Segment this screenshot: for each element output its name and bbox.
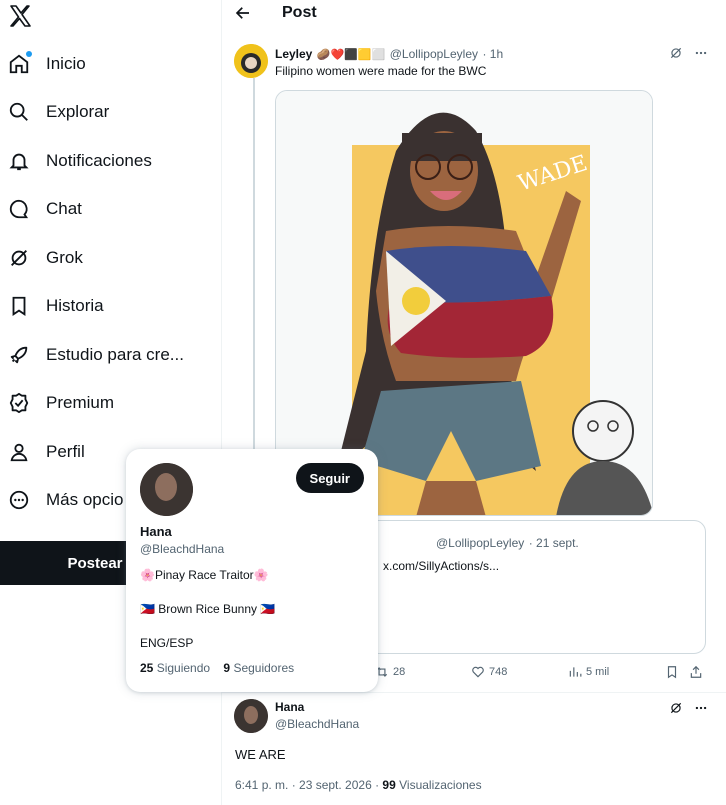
verified-icon [8,392,30,414]
hovercard-stats: 25 Siguiendo 9 Seguidores [140,661,294,675]
reply-views-count: 99 [382,778,396,792]
retweet-button[interactable]: 28 [375,665,405,679]
nav-label: Chat [46,199,82,218]
views-button[interactable]: 5 mil [568,665,609,679]
quote-link[interactable]: x.com/SillyActions/s... [383,559,499,573]
reply-author-handle[interactable]: @BleachdHana [275,717,359,731]
hovercard-name[interactable]: Hana [140,524,172,539]
more-icon[interactable] [694,46,708,60]
profile-hovercard: Seguir Hana @BleachdHana 🌸Pinay Race Tra… [126,449,378,692]
more-icon[interactable] [694,701,708,715]
header-bar: Post [222,0,726,28]
reply-meta: 6:41 p. m. · 23 sept. 2026 · 99 Visualiz… [235,778,482,792]
avatar[interactable] [234,44,268,78]
nav-item-explorar[interactable]: Explorar [8,97,196,127]
nav-item-premium[interactable]: Premium [8,388,196,418]
reply-text: WE ARE [235,747,286,762]
retweet-count: 28 [393,666,406,678]
author-handle[interactable]: @LollipopLeyley [390,47,478,61]
followers-link[interactable]: 9 Seguidores [223,661,294,675]
nav-item-historia[interactable]: Historia [8,291,196,321]
hovercard-bio-line-3: ENG/ESP [140,636,194,650]
grok-icon [8,247,30,269]
following-link[interactable]: 25 Siguiendo [140,661,210,675]
flower-icon: 🌸 [253,568,269,582]
views-count: 5 mil [586,666,610,678]
quote-handle[interactable]: @LollipopLeyley [436,536,524,550]
avatar[interactable] [234,699,268,733]
share-icon[interactable] [689,665,703,679]
views-icon [569,667,582,677]
like-button[interactable]: 748 [471,665,507,679]
notification-dot [26,51,32,57]
hovercard-bio-line-2: 🇵🇭 Brown Rice Bunny 🇵🇭 [140,602,276,616]
nav-label: Inicio [46,54,86,73]
ph-flag-icon: 🇵🇭 [140,602,155,616]
bookmark-icon[interactable] [665,665,679,679]
nav-item-inicio[interactable]: Inicio [8,49,196,79]
nav-label: Historia [46,296,104,315]
more-circle-icon [8,489,30,511]
hovercard-bio-line-1: 🌸Pinay Race Traitor🌸 [140,568,269,582]
rocket-icon [8,344,30,366]
hovercard-handle[interactable]: @BleachdHana [140,542,224,556]
bell-icon [8,150,30,172]
nav-label: Explorar [46,102,110,121]
reply-author-name[interactable]: Hana [275,700,304,714]
chat-icon [8,198,30,220]
nav-item-chat[interactable]: Chat [8,194,196,224]
reply-timestamp[interactable]: 6:41 p. m. · 23 sept. 2026 · [235,778,382,792]
like-count: 748 [489,666,508,678]
nav-item-grok[interactable]: Grok [8,243,196,273]
person-icon [8,441,30,463]
follow-button[interactable]: Seguir [295,463,364,493]
tweet-header: Leyley 🥔❤️⬛🟨⬜ @LollipopLeyley · 1h [275,45,503,63]
ph-flag-icon: 🇵🇭 [260,602,276,616]
reply-views-label: Visualizaciones [395,778,482,792]
nav-label: Estudio para cre... [46,345,184,364]
page-title: Post [282,4,317,21]
home-icon [8,51,32,75]
nav-label: Grok [46,248,83,267]
divider [222,692,726,693]
quote-header: @LollipopLeyley · 21 sept. [436,534,579,552]
author-name[interactable]: Leyley [275,47,312,61]
hovercard-avatar[interactable] [140,463,193,516]
back-arrow-icon[interactable] [234,4,252,22]
nav-label: Premium [46,393,115,412]
tweet-text: Filipino women were made for the BWC [275,64,487,78]
nav-item-estudio[interactable]: Estudio para cre... [8,340,196,370]
nav-item-notificaciones[interactable]: Notificaciones [8,146,196,176]
name-emojis: 🥔❤️⬛🟨⬜ [316,49,386,61]
nav-label: Notificaciones [46,151,152,170]
grok-icon[interactable] [669,701,683,715]
x-logo-icon[interactable] [8,4,32,28]
flower-icon: 🌸 [140,568,155,582]
bookmark-icon [8,295,30,317]
heart-icon [472,666,484,678]
quote-time[interactable]: · 21 sept. [529,536,579,550]
search-icon [8,101,30,123]
grok-icon[interactable] [669,46,683,60]
post-time[interactable]: · 1h [482,47,503,61]
